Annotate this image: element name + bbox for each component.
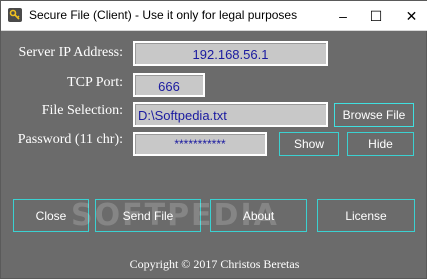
file-selection-value: D:\Softpedia.txt	[138, 108, 227, 123]
window-title: Secure File (Client) - Use it only for l…	[29, 8, 298, 22]
copyright-text: Copyright © 2017 Christos Beretas	[129, 257, 300, 271]
browse-file-button[interactable]: Browse File	[334, 103, 414, 127]
hide-password-button[interactable]: Hide	[347, 132, 414, 156]
title-bar[interactable]: Secure File (Client) - Use it only for l…	[1, 1, 427, 31]
file-selection-field[interactable]: D:\Softpedia.txt	[133, 102, 328, 127]
password-value: ***********	[174, 137, 226, 151]
file-selection-label: File Selection:	[41, 103, 123, 118]
about-button[interactable]: About	[210, 199, 307, 232]
show-password-button[interactable]: Show	[279, 132, 339, 156]
key-app-icon	[7, 7, 23, 23]
server-ip-value: 192.168.56.1	[192, 47, 269, 62]
password-field[interactable]: ***********	[133, 132, 267, 156]
close-button[interactable]: Close	[13, 199, 89, 232]
app-window: Secure File (Client) - Use it only for l…	[0, 0, 427, 279]
license-button[interactable]: License	[317, 199, 415, 232]
close-window-button[interactable]: ✕	[395, 1, 427, 31]
server-ip-label: Server IP Address:	[18, 45, 123, 60]
password-label: Password (11 chr):	[17, 132, 123, 147]
minimize-button[interactable]: –	[328, 1, 358, 31]
maximize-button[interactable]: ☐	[361, 1, 391, 31]
tcp-port-label: TCP Port:	[67, 75, 123, 90]
server-ip-field[interactable]: 192.168.56.1	[133, 41, 328, 66]
send-file-button[interactable]: Send File	[95, 199, 201, 232]
tcp-port-field[interactable]: 666	[133, 73, 205, 97]
tcp-port-value: 666	[158, 79, 180, 94]
